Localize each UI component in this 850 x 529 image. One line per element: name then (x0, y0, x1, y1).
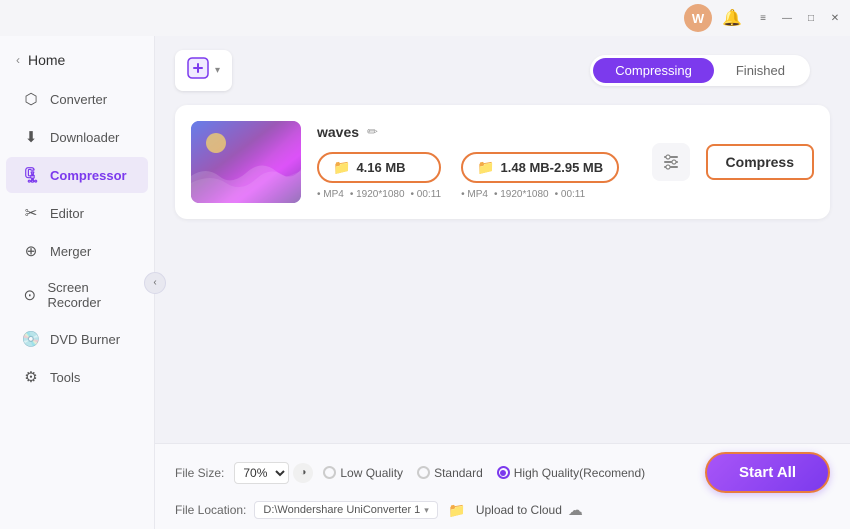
tab-finished[interactable]: Finished (714, 58, 807, 83)
main-header: ▾ Compressing Finished (155, 36, 850, 91)
add-file-icon (187, 57, 209, 84)
notification-icon[interactable]: 🔔 (718, 4, 746, 32)
edit-icon[interactable]: ✏ (367, 124, 378, 140)
quality-select[interactable]: 70% 50% 80% 90% (234, 462, 289, 484)
quality-radio-group: Low Quality Standard High Quality(Recome… (323, 466, 645, 480)
sidebar-item-screen-recorder[interactable]: ⊙ Screen Recorder (6, 271, 148, 319)
sidebar: ‹ Home ⬡ Converter ⬇ Downloader 🗜 Compre… (0, 36, 155, 529)
add-file-button[interactable]: ▾ (175, 50, 232, 91)
folder-icon-compressed: 📁 (477, 159, 494, 176)
radio-circle-low[interactable] (323, 466, 336, 479)
app-body: ‹ Home ⬡ Converter ⬇ Downloader 🗜 Compre… (0, 36, 850, 529)
footer-location-row: File Location: D:\Wondershare UniConvert… (175, 499, 830, 521)
compressed-size-meta: MP4 1920*1080 00:11 (461, 189, 619, 200)
sidebar-label-dvd-burner: DVD Burner (50, 332, 120, 347)
title-bar: W 🔔 ≡ — □ ✕ (0, 0, 850, 36)
sidebar-item-converter[interactable]: ⬡ Converter (6, 81, 148, 117)
home-label: Home (28, 52, 65, 68)
compressed-meta-resolution: 1920*1080 (494, 189, 549, 200)
downloader-icon: ⬇ (22, 128, 40, 146)
original-size-meta: MP4 1920*1080 00:11 (317, 189, 441, 200)
sidebar-label-downloader: Downloader (50, 130, 119, 145)
compress-button[interactable]: Compress (706, 144, 814, 180)
original-meta-resolution: 1920*1080 (350, 189, 405, 200)
converter-icon: ⬡ (22, 90, 40, 108)
main-content: ▾ Compressing Finished (155, 36, 850, 529)
file-sizes-row: 📁 4.16 MB MP4 1920*1080 00:11 (317, 152, 636, 200)
file-size-label: File Size: (175, 466, 224, 480)
quality-select-wrapper: 70% 50% 80% 90% ◑ (234, 462, 313, 484)
sidebar-label-converter: Converter (50, 92, 107, 107)
upload-cloud-button[interactable]: Upload to Cloud ☁ (476, 501, 583, 519)
radio-label-low: Low Quality (340, 466, 403, 480)
content-area: waves ✏ 📁 4.16 MB MP4 1920*10 (155, 91, 850, 443)
file-name-row: waves ✏ (317, 124, 636, 140)
editor-icon: ✂ (22, 204, 40, 222)
sidebar-label-screen-recorder: Screen Recorder (47, 280, 132, 310)
original-meta-format: MP4 (317, 189, 344, 200)
original-meta-duration: 00:11 (411, 189, 442, 200)
location-path-text: D:\Wondershare UniConverter 1 (263, 504, 420, 516)
quality-adjust-icon[interactable]: ◑ (293, 463, 313, 483)
original-size-value: 4.16 MB (356, 160, 405, 175)
screen-recorder-icon: ⊙ (22, 286, 37, 304)
footer: File Size: 70% 50% 80% 90% ◑ Low Quality (155, 443, 850, 529)
sidebar-label-compressor: Compressor (50, 168, 127, 183)
compressed-size-value: 1.48 MB-2.95 MB (501, 160, 604, 175)
compressed-meta-format: MP4 (461, 189, 488, 200)
file-location-label: File Location: (175, 503, 246, 517)
merger-icon: ⊕ (22, 242, 40, 260)
file-info: waves ✏ 📁 4.16 MB MP4 1920*10 (317, 124, 636, 200)
compressed-size-box: 📁 1.48 MB-2.95 MB (461, 152, 619, 183)
compressed-size-column: 📁 1.48 MB-2.95 MB MP4 1920*1080 00:11 (461, 152, 619, 200)
back-arrow-icon: ‹ (16, 53, 20, 67)
original-size-column: 📁 4.16 MB MP4 1920*1080 00:11 (317, 152, 441, 200)
close-button[interactable]: ✕ (828, 11, 842, 25)
file-name: waves (317, 124, 359, 140)
sidebar-label-tools: Tools (50, 370, 80, 385)
radio-circle-high[interactable] (497, 466, 510, 479)
tabs-wrapper: Compressing Finished (590, 55, 810, 86)
sidebar-item-merger[interactable]: ⊕ Merger (6, 233, 148, 269)
compressed-meta-duration: 00:11 (555, 189, 586, 200)
radio-label-high: High Quality(Recomend) (514, 466, 645, 480)
sidebar-item-editor[interactable]: ✂ Editor (6, 195, 148, 231)
menu-icon[interactable]: ≡ (756, 11, 770, 25)
location-chevron-icon: ▾ (424, 505, 429, 516)
settings-button[interactable] (652, 143, 690, 181)
sidebar-label-merger: Merger (50, 244, 91, 259)
tab-compressing[interactable]: Compressing (593, 58, 714, 83)
sidebar-item-downloader[interactable]: ⬇ Downloader (6, 119, 148, 155)
start-all-button[interactable]: Start All (705, 452, 830, 493)
original-size-box: 📁 4.16 MB (317, 152, 441, 183)
minimize-button[interactable]: — (780, 11, 794, 25)
folder-icon-original: 📁 (333, 159, 350, 176)
radio-circle-standard[interactable] (417, 466, 430, 479)
open-folder-button[interactable]: 📁 (446, 499, 468, 521)
compressor-icon: 🗜 (22, 166, 40, 184)
tools-icon: ⚙ (22, 368, 40, 386)
location-path[interactable]: D:\Wondershare UniConverter 1 ▾ (254, 501, 437, 519)
radio-label-standard: Standard (434, 466, 483, 480)
file-card: waves ✏ 📁 4.16 MB MP4 1920*10 (175, 105, 830, 219)
sidebar-home[interactable]: ‹ Home (0, 44, 154, 76)
radio-standard[interactable]: Standard (417, 466, 483, 480)
avatar-icon[interactable]: W (684, 4, 712, 32)
radio-high-quality[interactable]: High Quality(Recomend) (497, 466, 645, 480)
dvd-burner-icon: 💿 (22, 330, 40, 348)
sidebar-item-tools[interactable]: ⚙ Tools (6, 359, 148, 395)
sidebar-item-dvd-burner[interactable]: 💿 DVD Burner (6, 321, 148, 357)
footer-top-row: File Size: 70% 50% 80% 90% ◑ Low Quality (175, 452, 830, 493)
sidebar-label-editor: Editor (50, 206, 84, 221)
cloud-icon: ☁ (568, 501, 583, 519)
sidebar-collapse-button[interactable]: ‹ (144, 272, 166, 294)
maximize-button[interactable]: □ (804, 11, 818, 25)
upload-cloud-label: Upload to Cloud (476, 503, 562, 517)
radio-low-quality[interactable]: Low Quality (323, 466, 403, 480)
sidebar-item-compressor[interactable]: 🗜 Compressor (6, 157, 148, 193)
video-thumbnail (191, 121, 301, 203)
add-file-chevron-icon: ▾ (215, 65, 220, 76)
